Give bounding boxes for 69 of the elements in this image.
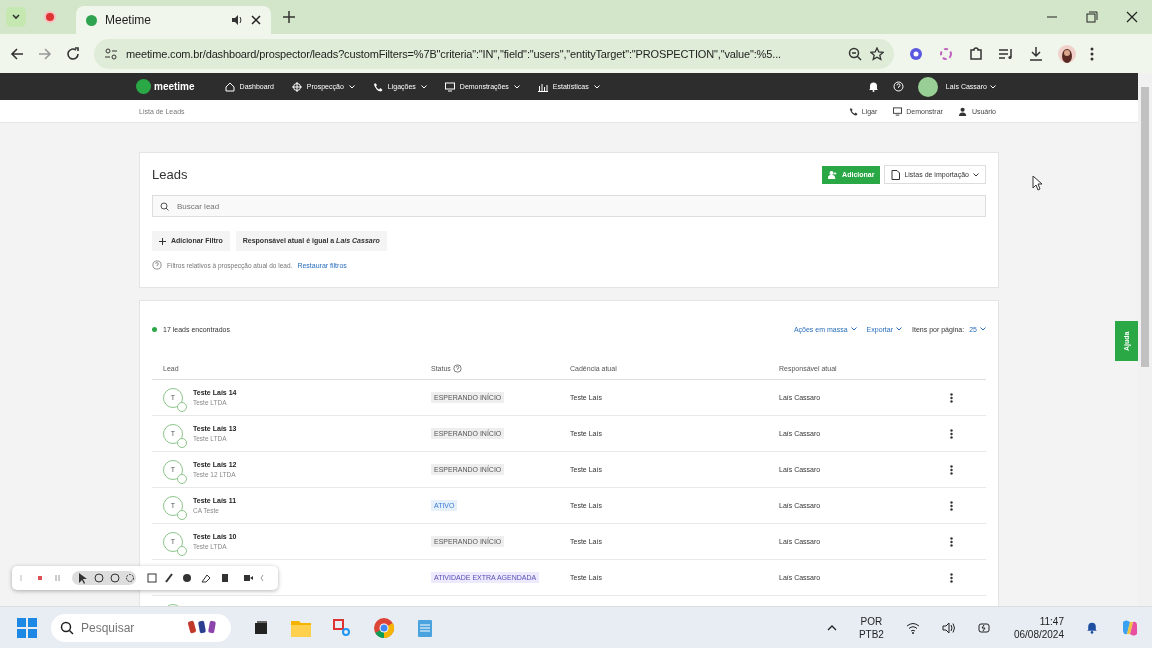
crosshair-icon	[291, 81, 302, 92]
task-view-icon[interactable]	[253, 619, 269, 636]
snipping-tool-icon[interactable]	[333, 618, 351, 637]
monitor-icon[interactable]	[893, 106, 903, 116]
restore-icon[interactable]	[1086, 11, 1098, 23]
reload-icon[interactable]	[66, 46, 80, 61]
user-avatar[interactable]	[917, 76, 938, 97]
document-icon	[891, 169, 901, 180]
home-icon	[224, 81, 235, 92]
bell-icon[interactable]	[867, 81, 879, 92]
badge-icon	[177, 545, 187, 556]
more-icon[interactable]	[950, 464, 953, 475]
extension-icon[interactable]	[908, 45, 924, 62]
more-icon[interactable]	[950, 428, 953, 439]
star-icon[interactable]	[870, 46, 884, 61]
more-icon[interactable]	[950, 536, 953, 547]
search-field[interactable]: Buscar lead	[152, 195, 986, 217]
plus-icon	[159, 237, 166, 245]
favicon-icon	[86, 14, 97, 26]
user-icon[interactable]	[958, 106, 968, 116]
new-tab-icon[interactable]	[283, 11, 295, 23]
back-icon[interactable]	[10, 46, 24, 61]
chrome-icon[interactable]	[373, 616, 395, 639]
browser-tab[interactable]: Meetime	[76, 6, 271, 34]
add-user-icon	[828, 170, 838, 179]
puzzle-icon[interactable]	[968, 45, 984, 62]
scrollbar[interactable]	[1138, 73, 1152, 606]
more-icon[interactable]	[950, 572, 953, 583]
page-title: Leads	[152, 167, 189, 182]
record-icon[interactable]	[46, 13, 54, 21]
download-icon[interactable]	[1028, 45, 1044, 62]
site-settings-icon[interactable]	[104, 46, 118, 61]
address-bar[interactable]: meetime.com.br/dashboard/prospector/leads?customFilters=%7B"criteria":"IN","field":"users","entityTarget":"PROSPECTION","value":%5...	[94, 38, 894, 69]
phone-icon	[372, 81, 383, 92]
start-icon[interactable]	[17, 617, 37, 638]
meetime-logo[interactable]: meetime	[136, 79, 195, 94]
status-dot	[152, 326, 157, 332]
more-icon[interactable]	[950, 500, 953, 511]
tab-list-icon[interactable]	[6, 7, 26, 27]
forward-icon[interactable]	[38, 46, 52, 61]
help-icon	[452, 363, 462, 373]
badge-icon	[177, 473, 187, 484]
profile-avatar[interactable]	[1058, 44, 1076, 63]
close-icon[interactable]	[1126, 11, 1138, 23]
monitor-icon	[444, 81, 455, 92]
menu-icon[interactable]	[1090, 46, 1094, 61]
caret-icon	[973, 172, 979, 177]
help-icon[interactable]	[892, 81, 904, 92]
taskbar-search-field[interactable]: Pesquisar	[51, 613, 231, 642]
bell-icon[interactable]	[1086, 621, 1098, 634]
clock[interactable]: 11:47 06/08/2024	[1013, 614, 1064, 641]
extension-icon[interactable]	[938, 45, 954, 62]
close-icon[interactable]	[251, 15, 261, 25]
badge-icon	[177, 509, 187, 520]
badge-icon	[177, 437, 187, 448]
zoom-icon[interactable]	[848, 46, 862, 61]
input-language[interactable]: POR PTB2	[858, 614, 884, 641]
badge-icon	[177, 401, 187, 412]
more-icon[interactable]	[950, 392, 953, 403]
speaker-icon	[231, 14, 243, 26]
battery-icon[interactable]	[977, 621, 992, 634]
bar-chart-icon	[537, 81, 548, 92]
phone-icon[interactable]	[848, 106, 858, 116]
help-icon	[152, 260, 162, 270]
search-icon	[60, 620, 74, 635]
volume-icon[interactable]	[941, 621, 956, 634]
wifi-icon[interactable]	[905, 621, 920, 634]
search-icon	[160, 202, 169, 211]
cursor-icon	[1032, 175, 1043, 191]
